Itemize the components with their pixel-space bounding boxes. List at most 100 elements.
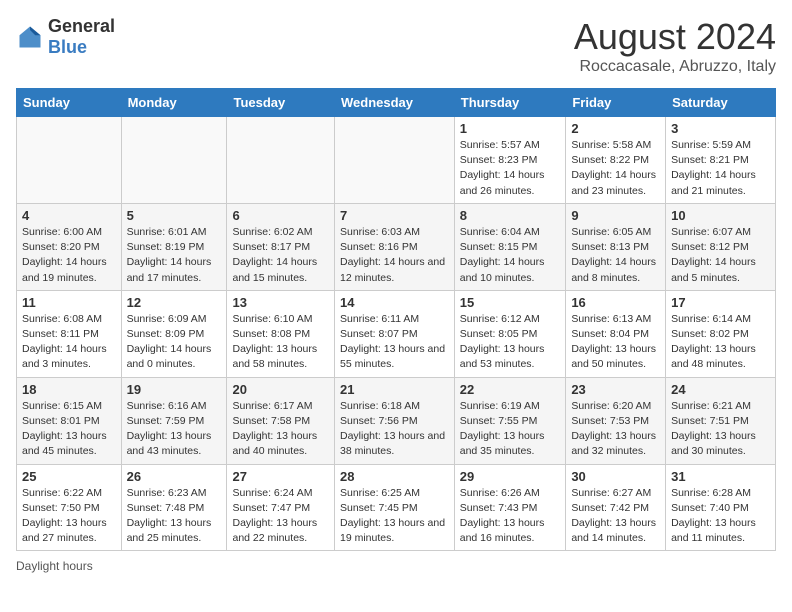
day-info: Sunrise: 6:11 AM Sunset: 8:07 PM Dayligh… — [340, 312, 449, 373]
day-info: Sunrise: 5:57 AM Sunset: 8:23 PM Dayligh… — [460, 138, 561, 199]
day-info: Sunrise: 6:08 AM Sunset: 8:11 PM Dayligh… — [22, 312, 116, 373]
day-info: Sunrise: 6:10 AM Sunset: 8:08 PM Dayligh… — [232, 312, 329, 373]
calendar-cell: 23 Sunrise: 6:20 AM Sunset: 7:53 PM Dayli… — [566, 377, 666, 464]
calendar-cell: 27 Sunrise: 6:24 AM Sunset: 7:47 PM Dayli… — [227, 464, 335, 551]
day-number: 25 — [22, 469, 116, 484]
day-info: Sunrise: 6:24 AM Sunset: 7:47 PM Dayligh… — [232, 486, 329, 547]
day-number: 20 — [232, 382, 329, 397]
day-info: Sunrise: 6:20 AM Sunset: 7:53 PM Dayligh… — [571, 399, 660, 460]
calendar-cell — [121, 117, 227, 204]
calendar-cell: 5Sunrise: 6:01 AM Sunset: 8:19 PM Daylig… — [121, 203, 227, 290]
calendar-cell: 15Sunrise: 6:12 AM Sunset: 8:05 PM Dayli… — [454, 290, 566, 377]
day-number: 9 — [571, 208, 660, 223]
calendar-subtitle: Roccacasale, Abruzzo, Italy — [574, 58, 776, 76]
day-info: Sunrise: 5:58 AM Sunset: 8:22 PM Dayligh… — [571, 138, 660, 199]
header-thursday: Thursday — [454, 89, 566, 117]
logo-blue: Blue — [48, 37, 87, 57]
day-info: Sunrise: 6:28 AM Sunset: 7:40 PM Dayligh… — [671, 486, 770, 547]
day-info: Sunrise: 6:03 AM Sunset: 8:16 PM Dayligh… — [340, 225, 449, 286]
day-info: Sunrise: 6:18 AM Sunset: 7:56 PM Dayligh… — [340, 399, 449, 460]
day-info: Sunrise: 6:13 AM Sunset: 8:04 PM Dayligh… — [571, 312, 660, 373]
day-number: 5 — [127, 208, 222, 223]
calendar-cell — [227, 117, 335, 204]
calendar-cell: 28 Sunrise: 6:25 AM Sunset: 7:45 PM Dayli… — [334, 464, 454, 551]
day-number: 24 — [671, 382, 770, 397]
header-saturday: Saturday — [666, 89, 776, 117]
calendar-cell: 1 Sunrise: 5:57 AM Sunset: 8:23 PM Daylig… — [454, 117, 566, 204]
day-info: Sunrise: 6:07 AM Sunset: 8:12 PM Dayligh… — [671, 225, 770, 286]
calendar-cell: 13 Sunrise: 6:10 AM Sunset: 8:08 PM Dayli… — [227, 290, 335, 377]
calendar-cell: 2 Sunrise: 5:58 AM Sunset: 8:22 PM Daylig… — [566, 117, 666, 204]
day-info: Sunrise: 6:22 AM Sunset: 7:50 PM Dayligh… — [22, 486, 116, 547]
day-info: Sunrise: 6:15 AM Sunset: 8:01 PM Dayligh… — [22, 399, 116, 460]
calendar-cell: 9 Sunrise: 6:05 AM Sunset: 8:13 PM Daylig… — [566, 203, 666, 290]
day-info: Sunrise: 6:04 AM Sunset: 8:15 PM Dayligh… — [460, 225, 561, 286]
header-monday: Monday — [121, 89, 227, 117]
calendar-header-row: SundayMondayTuesdayWednesdayThursdayFrid… — [17, 89, 776, 117]
header-wednesday: Wednesday — [334, 89, 454, 117]
header-sunday: Sunday — [17, 89, 122, 117]
day-number: 28 — [340, 469, 449, 484]
day-number: 22 — [460, 382, 561, 397]
week-row-3: 11 Sunrise: 6:08 AM Sunset: 8:11 PM Dayli… — [17, 290, 776, 377]
day-number: 27 — [232, 469, 329, 484]
day-number: 13 — [232, 295, 329, 310]
day-number: 26 — [127, 469, 222, 484]
day-number: 10 — [671, 208, 770, 223]
calendar-cell: 11 Sunrise: 6:08 AM Sunset: 8:11 PM Dayli… — [17, 290, 122, 377]
day-info: Sunrise: 6:12 AM Sunset: 8:05 PM Dayligh… — [460, 312, 561, 373]
day-number: 11 — [22, 295, 116, 310]
calendar-cell: 3 Sunrise: 5:59 AM Sunset: 8:21 PM Daylig… — [666, 117, 776, 204]
week-row-2: 4Sunrise: 6:00 AM Sunset: 8:20 PM Daylig… — [17, 203, 776, 290]
week-row-4: 18Sunrise: 6:15 AM Sunset: 8:01 PM Dayli… — [17, 377, 776, 464]
calendar-cell: 8 Sunrise: 6:04 AM Sunset: 8:15 PM Daylig… — [454, 203, 566, 290]
day-number: 31 — [671, 469, 770, 484]
calendar-cell: 18Sunrise: 6:15 AM Sunset: 8:01 PM Dayli… — [17, 377, 122, 464]
calendar-cell: 4Sunrise: 6:00 AM Sunset: 8:20 PM Daylig… — [17, 203, 122, 290]
day-number: 1 — [460, 121, 561, 136]
week-row-1: 1 Sunrise: 5:57 AM Sunset: 8:23 PM Daylig… — [17, 117, 776, 204]
logo-icon — [16, 23, 44, 51]
calendar-cell: 19Sunrise: 6:16 AM Sunset: 7:59 PM Dayli… — [121, 377, 227, 464]
day-info: Sunrise: 6:27 AM Sunset: 7:42 PM Dayligh… — [571, 486, 660, 547]
day-number: 14 — [340, 295, 449, 310]
day-info: Sunrise: 6:16 AM Sunset: 7:59 PM Dayligh… — [127, 399, 222, 460]
week-row-5: 25 Sunrise: 6:22 AM Sunset: 7:50 PM Dayli… — [17, 464, 776, 551]
logo-general: General — [48, 16, 115, 36]
day-info: Sunrise: 6:05 AM Sunset: 8:13 PM Dayligh… — [571, 225, 660, 286]
calendar-cell: 10 Sunrise: 6:07 AM Sunset: 8:12 PM Dayli… — [666, 203, 776, 290]
day-info: Sunrise: 6:21 AM Sunset: 7:51 PM Dayligh… — [671, 399, 770, 460]
title-block: August 2024 Roccacasale, Abruzzo, Italy — [574, 16, 776, 76]
day-number: 23 — [571, 382, 660, 397]
calendar-cell: 24 Sunrise: 6:21 AM Sunset: 7:51 PM Dayli… — [666, 377, 776, 464]
day-number: 16 — [571, 295, 660, 310]
day-info: Sunrise: 6:19 AM Sunset: 7:55 PM Dayligh… — [460, 399, 561, 460]
page-header: General Blue August 2024 Roccacasale, Ab… — [16, 16, 776, 76]
calendar-cell — [17, 117, 122, 204]
day-number: 29 — [460, 469, 561, 484]
day-info: Sunrise: 6:26 AM Sunset: 7:43 PM Dayligh… — [460, 486, 561, 547]
header-tuesday: Tuesday — [227, 89, 335, 117]
daylight-hours-label: Daylight hours — [16, 559, 93, 573]
day-info: Sunrise: 6:02 AM Sunset: 8:17 PM Dayligh… — [232, 225, 329, 286]
day-info: Sunrise: 6:25 AM Sunset: 7:45 PM Dayligh… — [340, 486, 449, 547]
logo-text: General Blue — [48, 16, 115, 58]
day-number: 21 — [340, 382, 449, 397]
day-number: 2 — [571, 121, 660, 136]
day-number: 30 — [571, 469, 660, 484]
calendar-table: SundayMondayTuesdayWednesdayThursdayFrid… — [16, 88, 776, 551]
calendar-cell: 16 Sunrise: 6:13 AM Sunset: 8:04 PM Dayli… — [566, 290, 666, 377]
day-number: 17 — [671, 295, 770, 310]
day-info: Sunrise: 6:09 AM Sunset: 8:09 PM Dayligh… — [127, 312, 222, 373]
calendar-cell: 17 Sunrise: 6:14 AM Sunset: 8:02 PM Dayli… — [666, 290, 776, 377]
header-friday: Friday — [566, 89, 666, 117]
logo: General Blue — [16, 16, 115, 58]
calendar-cell: 21 Sunrise: 6:18 AM Sunset: 7:56 PM Dayli… — [334, 377, 454, 464]
day-number: 12 — [127, 295, 222, 310]
day-info: Sunrise: 6:14 AM Sunset: 8:02 PM Dayligh… — [671, 312, 770, 373]
day-number: 8 — [460, 208, 561, 223]
calendar-cell: 31 Sunrise: 6:28 AM Sunset: 7:40 PM Dayli… — [666, 464, 776, 551]
day-info: Sunrise: 6:23 AM Sunset: 7:48 PM Dayligh… — [127, 486, 222, 547]
day-number: 3 — [671, 121, 770, 136]
day-info: Sunrise: 5:59 AM Sunset: 8:21 PM Dayligh… — [671, 138, 770, 199]
